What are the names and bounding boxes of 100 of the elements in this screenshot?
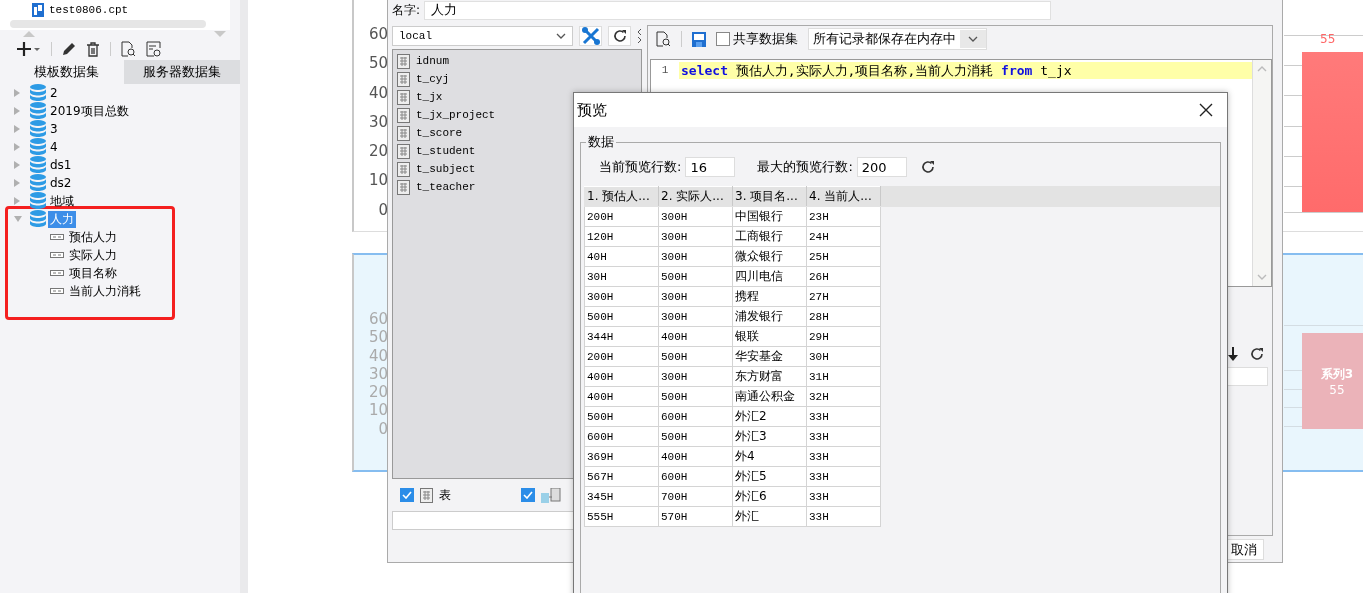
axis-label: 60 — [368, 24, 388, 45]
table-cell: 567H — [584, 466, 659, 487]
column-header[interactable]: 3. 项目名... — [732, 186, 807, 207]
field-name[interactable]: 项目名称 — [69, 264, 117, 282]
name-label: 名字: — [392, 1, 421, 19]
storage-mode-dropdown[interactable]: 所有记录都保存在内存中 — [808, 28, 987, 50]
preview-icon[interactable] — [656, 31, 671, 47]
axis-label: 10 — [368, 170, 388, 192]
refresh-button[interactable] — [608, 26, 631, 46]
table-icon — [397, 53, 410, 69]
checkbox[interactable] — [521, 488, 535, 502]
checkbox-label: 表 — [439, 486, 451, 504]
dataset-name[interactable]: 3 — [48, 122, 60, 136]
table-name[interactable]: t_score — [416, 127, 463, 139]
checkbox[interactable] — [716, 32, 730, 46]
table-cell: 200H — [584, 346, 659, 367]
down-arrow-icon[interactable] — [1228, 347, 1238, 361]
expand-arrow-icon[interactable] — [14, 125, 20, 133]
scrollbar[interactable] — [10, 20, 206, 28]
expand-arrow-icon[interactable] — [14, 143, 20, 151]
current-rows-field[interactable]: 16 — [685, 157, 736, 177]
field-name[interactable]: 实际人力 — [69, 246, 117, 264]
table-name[interactable]: t_subject — [416, 163, 476, 175]
axis-label: 0 — [378, 419, 388, 439]
field-icon — [50, 270, 64, 276]
axis-label: 60 — [368, 310, 388, 329]
field-icon — [50, 288, 64, 294]
table-name[interactable]: t_student — [416, 145, 476, 157]
dataset-name[interactable]: 2019项目总数 — [48, 102, 131, 120]
file-name[interactable]: test0806.cpt — [49, 3, 129, 16]
checkbox-label: 共享数据集 — [733, 30, 798, 48]
expand-arrow-icon[interactable] — [14, 107, 20, 115]
dataset-name[interactable]: ds1 — [48, 158, 74, 172]
check-icon — [523, 491, 533, 499]
bar-value-label: 55 — [1329, 382, 1345, 397]
database-icon — [30, 210, 46, 228]
table-icon — [397, 143, 410, 159]
collapse-arrow-icon[interactable] — [14, 216, 22, 222]
table-cell: 300H — [584, 286, 659, 307]
field-name[interactable]: 当前人力消耗 — [69, 282, 141, 300]
table-icon — [397, 71, 410, 87]
tab[interactable]: 服务器数据集 — [124, 60, 240, 84]
series-label: 系列3 — [1320, 365, 1354, 383]
scroll-arrows-icon[interactable] — [637, 28, 642, 44]
refresh-icon[interactable] — [920, 160, 935, 174]
database-icon — [30, 174, 46, 192]
table-name[interactable]: t_jx_project — [416, 109, 496, 121]
expand-arrow-icon[interactable] — [14, 179, 20, 187]
table-name[interactable]: t_jx — [416, 91, 443, 103]
axis-label: 10 — [368, 401, 388, 420]
table-icon — [420, 487, 433, 503]
table-icon — [397, 125, 410, 141]
scrollbar[interactable] — [1252, 60, 1271, 286]
table-cell: 200H — [584, 206, 659, 227]
bar-value-label: 55 — [1320, 32, 1336, 46]
edit-dataset-icon[interactable] — [146, 41, 161, 57]
dropdown-caret-icon — [556, 33, 566, 39]
dataset-name[interactable]: ds2 — [48, 176, 74, 190]
field-icon — [50, 252, 64, 258]
table-cell: 120H — [584, 226, 659, 247]
axis-label: 40 — [368, 346, 388, 365]
dataset-name[interactable]: 2 — [48, 86, 60, 100]
database-icon — [30, 84, 46, 102]
expand-arrow-icon[interactable] — [14, 197, 20, 205]
table-icon — [397, 179, 410, 195]
line-number: 1 — [660, 63, 670, 77]
column-header[interactable]: 4. 当前人... — [806, 186, 881, 207]
table-name[interactable]: t_cyj — [416, 73, 449, 85]
max-rows-field[interactable]: 200 — [856, 157, 907, 177]
close-icon[interactable] — [1199, 103, 1213, 117]
column-header[interactable]: 1. 预估人... — [584, 186, 659, 207]
checkbox[interactable] — [400, 488, 414, 502]
dropdown-caret-icon — [968, 36, 978, 42]
add-icon[interactable] — [17, 41, 41, 57]
dataset-name[interactable]: 4 — [48, 140, 60, 154]
table-cell: 344H — [584, 326, 659, 347]
column-header[interactable]: 2. 实际人... — [658, 186, 733, 207]
field-name[interactable]: 预估人力 — [69, 228, 117, 246]
table-icon — [397, 107, 410, 123]
preview-icon[interactable] — [121, 41, 136, 57]
table-name[interactable]: idnum — [416, 55, 449, 67]
scroll-down-icon — [1257, 274, 1267, 280]
axis-label: 0 — [378, 199, 388, 221]
pencil-icon[interactable] — [62, 42, 76, 56]
check-icon — [402, 491, 412, 499]
dataset-name[interactable]: 地域 — [48, 192, 76, 210]
refresh-icon[interactable] — [1250, 347, 1264, 361]
database-icon — [30, 120, 46, 138]
name-field[interactable]: 人力 — [424, 0, 1052, 20]
trash-icon[interactable] — [86, 41, 100, 57]
table-cell: 555H — [584, 506, 659, 527]
connection-dropdown[interactable]: local — [392, 26, 573, 46]
table-name[interactable]: t_teacher — [416, 181, 476, 193]
axis-label: 40 — [368, 82, 388, 104]
expand-arrow-icon[interactable] — [14, 89, 20, 97]
table-icon — [397, 89, 410, 105]
save-icon[interactable] — [692, 31, 706, 47]
expand-arrow-icon[interactable] — [14, 161, 20, 169]
connection-settings-button[interactable] — [579, 26, 602, 46]
field-icon — [50, 234, 64, 240]
